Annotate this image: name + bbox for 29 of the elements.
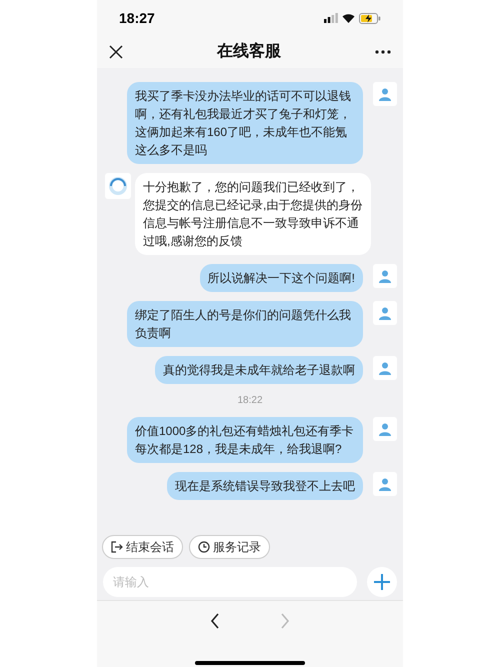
- sent-message: 绑定了陌生人的号是你们的问题凭什么我负责啊: [127, 301, 363, 347]
- add-button[interactable]: [367, 567, 397, 597]
- person-icon: [379, 306, 391, 320]
- more-icon[interactable]: [375, 50, 391, 54]
- received-message: 十分抱歉了，您的问题我们已经收到了，您提交的信息已经记录,由于您提供的身份信息与帐号注册信息不一致导致申诉不通过哦,感谢您的反馈: [135, 173, 371, 255]
- sent-message: 价值1000多的礼包还有蜡烛礼包还有季卡每次都是128，我是未成年，给我退啊?: [127, 417, 363, 463]
- quick-action-button[interactable]: 结束会话: [102, 535, 183, 559]
- person-icon: [379, 422, 391, 436]
- person-icon: [379, 362, 391, 374]
- timestamp: 18:22: [237, 394, 263, 408]
- sent-message: 所以说解决一下这个问题啊!: [200, 264, 363, 292]
- close-icon[interactable]: [109, 45, 123, 59]
- exit-icon: [111, 541, 123, 553]
- signal-icon: [324, 13, 338, 23]
- sent-message: 现在是系统错误导致我登不上去吧: [167, 472, 363, 500]
- status-time: 18:27: [119, 8, 155, 28]
- back-icon[interactable]: [210, 613, 220, 629]
- wifi-icon: [342, 13, 355, 23]
- page-title: 在线客服: [217, 41, 281, 62]
- clock-icon: [198, 541, 210, 553]
- person-icon: [379, 478, 391, 490]
- sent-message: 真的觉得我是未成年就给老子退款啊: [155, 356, 363, 384]
- person-icon: [379, 88, 391, 100]
- plus-icon: [374, 574, 390, 590]
- battery-charging-icon: [359, 12, 381, 24]
- quick-action-button[interactable]: 服务记录: [189, 535, 270, 559]
- person-icon: [379, 270, 391, 282]
- sent-message: 我买了季卡没办法毕业的话可不可以退钱啊，还有礼包我最近才买了兔子和灯笼，这俩加起来有160了吧，未成年也不能氪这么多不是吗: [127, 82, 363, 164]
- message-input[interactable]: 请输入: [103, 567, 357, 597]
